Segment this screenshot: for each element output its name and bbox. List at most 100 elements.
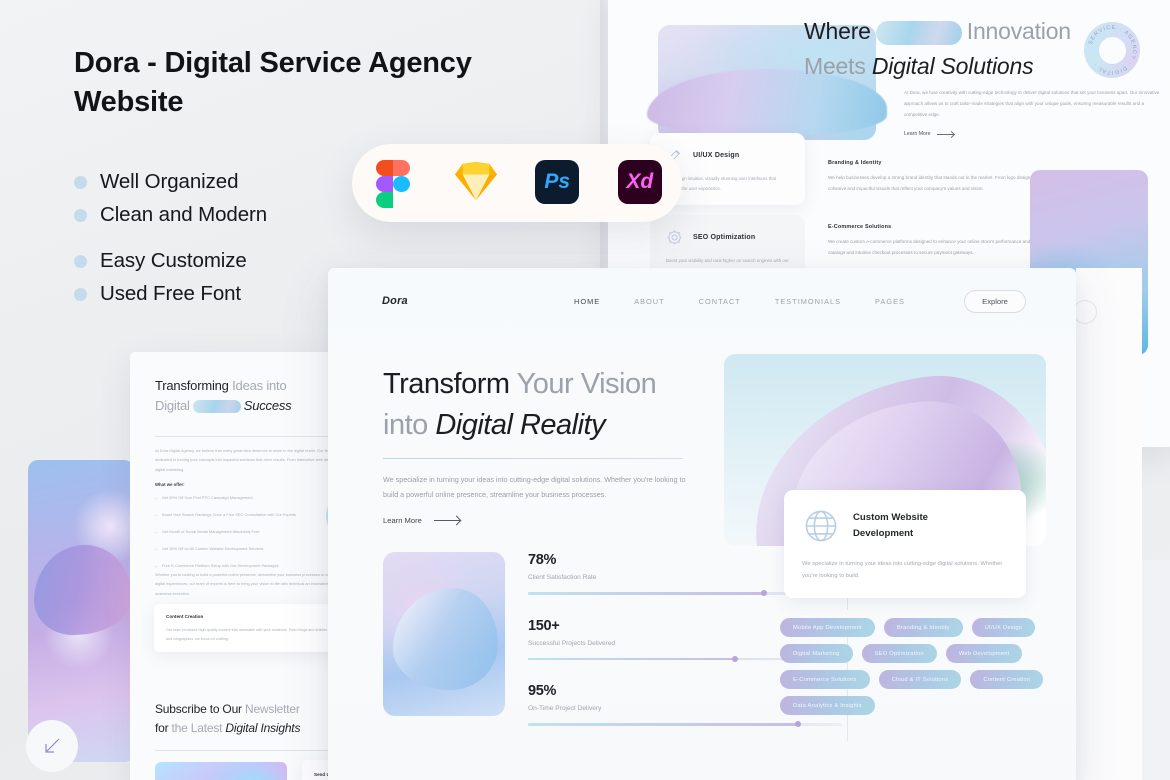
tag-pill-group: Mobile App Development Branding & Identi… xyxy=(780,618,1062,715)
feature-label: Easy Customize xyxy=(100,249,247,272)
stat-progress-fill xyxy=(528,723,799,726)
photoshop-icon[interactable]: Ps xyxy=(535,160,581,206)
photoshop-label: Ps xyxy=(535,160,580,204)
heading-digital-solutions: Digital Solutions xyxy=(871,52,1034,79)
hero-paragraph: We specialize in turning your ideas into… xyxy=(383,475,686,500)
feature-label: Clean and Modern xyxy=(100,203,268,226)
bullet-icon xyxy=(74,175,87,189)
list-item: Get 50% Off Your First PPC Campaign Mana… xyxy=(155,496,345,500)
tag-pill[interactable]: Content Creation xyxy=(970,670,1044,689)
brand-logo[interactable]: Dora xyxy=(382,295,408,307)
list-item: Get Month of Social Media Management Abs… xyxy=(155,529,345,534)
heading-innovation: Innovation xyxy=(966,18,1071,44)
feature-label: Used Free Font xyxy=(100,282,242,305)
content-card-title: Content Creation xyxy=(166,614,204,619)
tag-pill[interactable]: Data Analytics & Insights xyxy=(780,696,875,715)
stats-illustration xyxy=(383,552,505,716)
nav-item-about[interactable]: ABOUT xyxy=(634,297,664,306)
heading-digital: Digital xyxy=(155,398,190,414)
tag-pill[interactable]: SEO Optimization xyxy=(861,644,937,663)
nav-item-contact[interactable]: CONTACT xyxy=(699,297,741,306)
inline-pill-image xyxy=(875,20,962,45)
badge-circular-text: SERVICE · AGENCY · DIGITAL · xyxy=(1088,25,1137,75)
hero-transform: Transform xyxy=(383,368,510,400)
tag-pill[interactable]: Branding & Identity xyxy=(883,618,963,637)
heading-where: Where xyxy=(804,18,871,44)
panel-right-overlay xyxy=(1076,268,1142,780)
heading-transforming: Transforming xyxy=(155,378,229,393)
hero-heading: Transform Your Vision into Digital Reali… xyxy=(383,364,713,446)
tag-pill[interactable]: Digital Marketing xyxy=(780,644,853,663)
decorative-gradient-image-left xyxy=(28,460,134,762)
tag-pill[interactable]: Mobile App Development xyxy=(780,618,875,637)
learn-more-label: Learn More xyxy=(383,516,422,525)
decorative-circle-outline xyxy=(1073,300,1097,324)
tag-pill[interactable]: Web Development xyxy=(945,644,1023,663)
stat-progress-knob xyxy=(760,590,767,597)
content-card-body: Our team produces high-quality content t… xyxy=(166,628,343,641)
tag-pill[interactable]: UI/UX Design xyxy=(971,618,1036,637)
figma-icon[interactable] xyxy=(370,160,416,208)
newsletter-image xyxy=(155,762,287,780)
newsletter-line2-b: the Latest xyxy=(171,721,223,736)
offer-heading: What we offer: xyxy=(155,482,185,487)
nav-item-pages[interactable]: PAGES xyxy=(875,297,905,306)
list-item: Used Free Font xyxy=(74,282,267,306)
bullet-icon xyxy=(74,208,87,222)
nav-item-home[interactable]: HOME xyxy=(574,297,600,306)
heading-success: Success xyxy=(243,398,292,414)
stat-progress-track xyxy=(528,721,842,728)
section-title: Branding & Identity xyxy=(828,160,882,166)
svg-text:SERVICE · AGENCY · DIGITAL ·: SERVICE · AGENCY · DIGITAL · xyxy=(1088,25,1137,75)
title-line-1: Custom Website xyxy=(853,512,928,524)
stat-progress-knob xyxy=(795,721,802,728)
sketch-icon[interactable] xyxy=(453,160,499,206)
arrow-down-left-icon[interactable] xyxy=(26,720,78,772)
title-line-2: Development xyxy=(853,528,914,539)
list-item: Boost Your Search Rankings Once a Free S… xyxy=(155,513,345,517)
inline-pill-image xyxy=(192,400,241,414)
service-card-title: SEO Optimization xyxy=(693,234,756,241)
newsletter-line2-a: for xyxy=(155,721,169,736)
list-item: Easy Customize xyxy=(74,249,267,273)
service-card-title: Custom Website Development xyxy=(853,510,928,542)
page-title: Dora - Digital Service Agency Website xyxy=(74,47,472,119)
card-main-website-mockup: Dora HOME ABOUT CONTACT TESTIMONIALS PAG… xyxy=(328,268,1076,780)
tag-pill[interactable]: E-Commerce Solutions xyxy=(780,670,870,689)
navbar: Dora HOME ABOUT CONTACT TESTIMONIALS PAG… xyxy=(328,290,1076,318)
explore-button[interactable]: Explore xyxy=(964,290,1026,313)
offer-list: Get 50% Off Your First PPC Campaign Mana… xyxy=(155,496,345,581)
service-agency-badge: SERVICE · AGENCY · DIGITAL · xyxy=(1084,22,1140,78)
stat-progress-fill xyxy=(528,657,736,660)
hero-into: into xyxy=(383,409,428,442)
card-custom-website-development: Custom Website Development We specialize… xyxy=(784,490,1026,598)
arrow-right-icon xyxy=(433,520,460,521)
feature-list: Well Organized Clean and Modern Easy Cus… xyxy=(74,170,267,315)
feature-label: Well Organized xyxy=(100,170,239,193)
globe-icon xyxy=(805,510,837,542)
list-item: Get 30% Off on All Custom Website Develo… xyxy=(155,546,345,551)
list-item: Well Organized xyxy=(74,170,267,194)
hero-digital-reality: Digital Reality xyxy=(435,409,606,442)
hero-learn-more-link[interactable]: Learn More xyxy=(383,516,460,525)
service-card-body: We design intuitive, visually stunning u… xyxy=(666,176,776,192)
adobe-xd-label: Xd xyxy=(617,160,662,204)
app-compatibility-pill: Ps Xd xyxy=(352,144,682,222)
right-card-paragraph: At Dora, we fuse creativity with cutting… xyxy=(904,90,1160,117)
gear-search-icon xyxy=(667,230,682,245)
service-card-body: We specialize in turning your ideas into… xyxy=(802,561,1003,580)
right-card-learn-more-link[interactable]: Learn More xyxy=(904,131,954,137)
stat-progress-knob xyxy=(732,655,739,662)
arrow-right-icon xyxy=(936,133,954,135)
hero-your-vision: Your Vision xyxy=(516,368,657,400)
learn-more-label: Learn More xyxy=(904,131,931,137)
service-card-title: UI/UX Design xyxy=(693,152,740,159)
bullet-icon xyxy=(74,254,87,268)
tag-pill[interactable]: Cloud & IT Solutions xyxy=(878,670,962,689)
hero-divider xyxy=(383,458,683,459)
heading-meets: Meets xyxy=(804,52,866,79)
adobe-xd-icon[interactable]: Xd xyxy=(617,160,664,206)
nav-item-testimonials[interactable]: TESTIMONIALS xyxy=(775,297,841,306)
heading-ideas-into: Ideas into xyxy=(232,378,287,393)
list-item: Free E-Commerce Platform Setup with Our … xyxy=(155,563,345,568)
